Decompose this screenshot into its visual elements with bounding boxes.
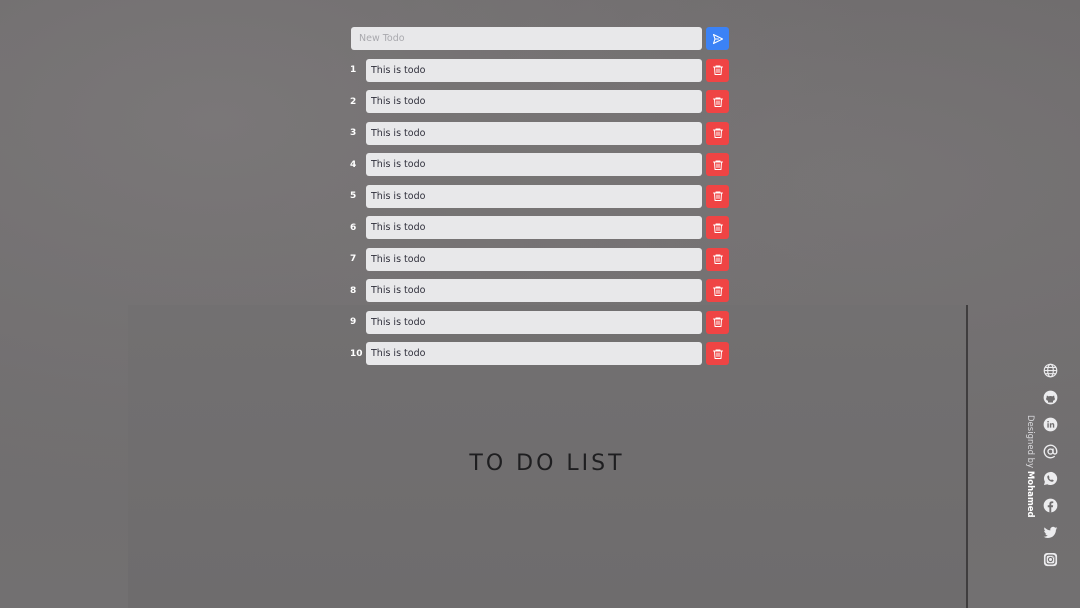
todo-item: 7 bbox=[348, 247, 732, 271]
todo-text-input[interactable] bbox=[366, 310, 702, 334]
todo-item: 9 bbox=[348, 310, 732, 334]
globe-icon[interactable] bbox=[1041, 361, 1059, 379]
todo-app: 1 2 3 bbox=[348, 27, 732, 365]
linkedin-icon[interactable] bbox=[1041, 415, 1059, 433]
delete-todo-button[interactable] bbox=[706, 58, 729, 82]
todo-item: 2 bbox=[348, 90, 732, 113]
credit-name[interactable]: Mohamed bbox=[1025, 471, 1035, 518]
todo-item: 3 bbox=[348, 121, 732, 145]
delete-todo-button[interactable] bbox=[706, 90, 729, 113]
todo-text-input[interactable] bbox=[366, 121, 702, 145]
instagram-icon[interactable] bbox=[1041, 550, 1059, 568]
trash-icon bbox=[712, 128, 723, 138]
at-sign-icon[interactable] bbox=[1041, 442, 1059, 460]
delete-todo-button[interactable] bbox=[706, 184, 729, 208]
todo-text-input[interactable] bbox=[366, 58, 702, 82]
new-todo-input[interactable] bbox=[351, 27, 702, 50]
delete-todo-button[interactable] bbox=[706, 342, 729, 365]
delete-todo-button[interactable] bbox=[706, 121, 729, 145]
delete-todo-button[interactable] bbox=[706, 153, 729, 176]
new-todo-row bbox=[348, 27, 732, 50]
todo-number: 7 bbox=[350, 254, 357, 264]
designer-credit: Designed by Mohamed bbox=[1022, 415, 1038, 518]
trash-icon bbox=[712, 223, 723, 233]
todo-item: 10 bbox=[348, 342, 732, 365]
todo-item: 6 bbox=[348, 216, 732, 239]
todo-text-input[interactable] bbox=[366, 153, 702, 176]
todo-number: 4 bbox=[350, 159, 357, 170]
todo-text-input[interactable] bbox=[366, 216, 702, 239]
todo-number: 5 bbox=[350, 191, 357, 201]
todo-text-input[interactable] bbox=[366, 279, 702, 302]
trash-icon bbox=[712, 65, 723, 75]
trash-icon bbox=[712, 286, 723, 296]
todo-number: 1 bbox=[350, 65, 357, 75]
trash-icon bbox=[712, 191, 723, 201]
todo-text-input[interactable] bbox=[366, 184, 702, 208]
delete-todo-button[interactable] bbox=[706, 216, 729, 239]
add-todo-button[interactable] bbox=[706, 27, 729, 50]
trash-icon bbox=[712, 254, 723, 264]
delete-todo-button[interactable] bbox=[706, 310, 729, 334]
delete-todo-button[interactable] bbox=[706, 279, 729, 302]
twitter-icon[interactable] bbox=[1041, 523, 1059, 541]
todo-number: 2 bbox=[350, 96, 357, 107]
todo-list: 1 2 3 bbox=[348, 58, 732, 365]
todo-item: 8 bbox=[348, 279, 732, 302]
whatsapp-icon[interactable] bbox=[1041, 469, 1059, 487]
send-icon bbox=[712, 33, 723, 44]
todo-number: 9 bbox=[350, 317, 357, 327]
facebook-icon[interactable] bbox=[1041, 496, 1059, 514]
trash-icon bbox=[712, 97, 723, 107]
social-links bbox=[1041, 361, 1059, 577]
trash-icon bbox=[712, 160, 723, 170]
todo-text-input[interactable] bbox=[366, 247, 702, 271]
todo-item: 5 bbox=[348, 184, 732, 208]
todo-text-input[interactable] bbox=[366, 342, 702, 365]
trash-icon bbox=[712, 349, 723, 359]
credit-prefix: Designed by bbox=[1025, 415, 1035, 469]
todo-item: 1 bbox=[348, 58, 732, 82]
todo-number: 8 bbox=[350, 285, 357, 296]
trash-icon bbox=[712, 317, 723, 327]
todo-number: 10 bbox=[350, 348, 363, 359]
delete-todo-button[interactable] bbox=[706, 247, 729, 271]
github-icon[interactable] bbox=[1041, 388, 1059, 406]
background-title: TO DO LIST bbox=[469, 451, 625, 476]
todo-number: 3 bbox=[350, 128, 357, 138]
todo-number: 6 bbox=[350, 222, 357, 233]
todo-text-input[interactable] bbox=[366, 90, 702, 113]
todo-item: 4 bbox=[348, 153, 732, 176]
